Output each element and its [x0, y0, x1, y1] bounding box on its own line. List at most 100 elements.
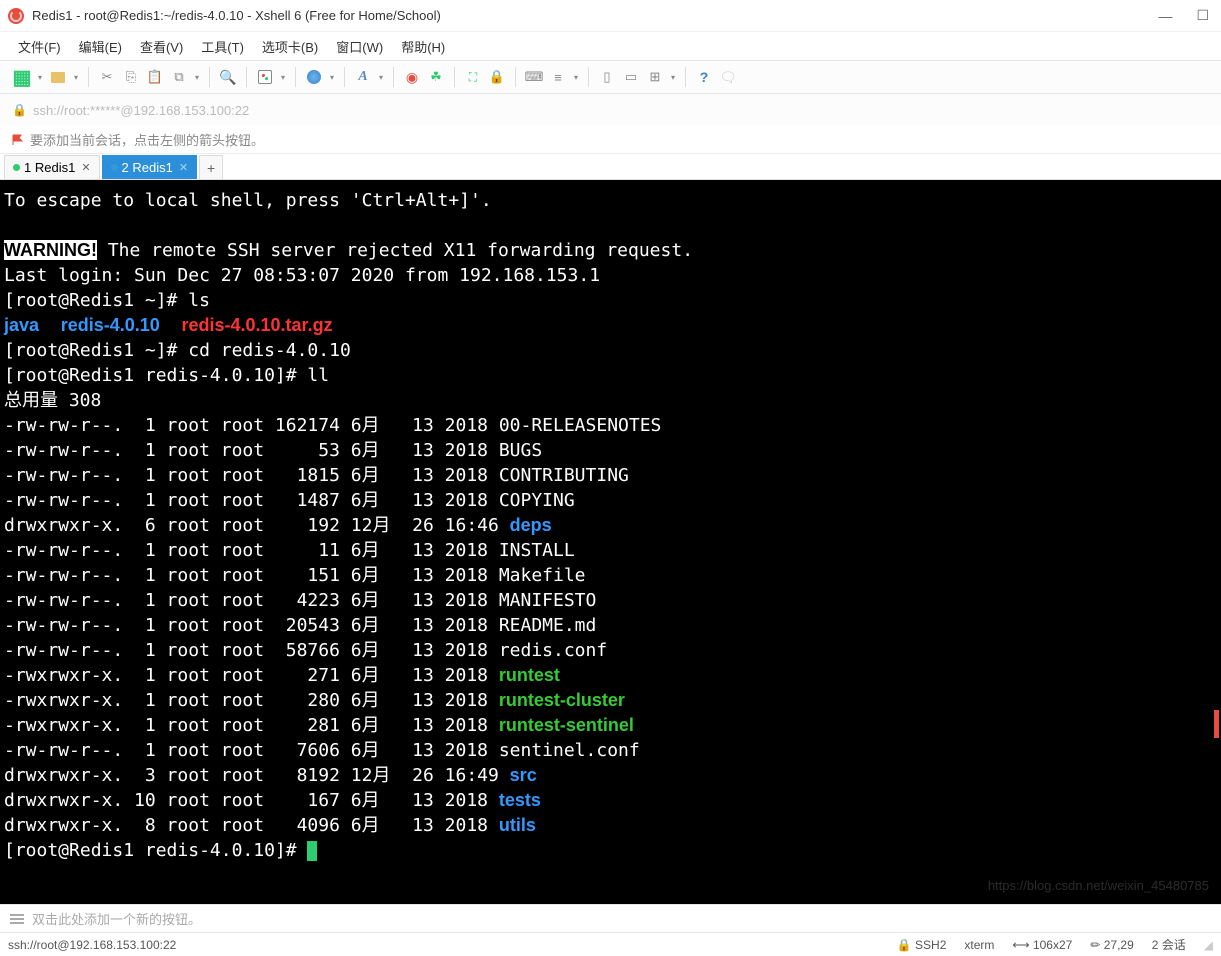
menubar: 文件(F) 编辑(E) 查看(V) 工具(T) 选项卡(B) 窗口(W) 帮助(…	[0, 32, 1221, 60]
status-resize-grip[interactable]: ◢	[1204, 938, 1213, 952]
copy-button[interactable]: ⎘	[121, 67, 141, 87]
lines-button[interactable]: ≡	[548, 67, 568, 87]
status-dot-icon	[111, 164, 118, 171]
status-ssh: 🔒 SSH2	[897, 938, 947, 952]
paste-icon: 📋	[147, 69, 163, 85]
expand-icon: ⛶	[469, 70, 477, 85]
copy-icon: ⎘	[126, 69, 136, 85]
chat-icon: 🗨	[719, 69, 737, 86]
lines-dropdown[interactable]: ▾	[572, 67, 580, 87]
menu-tools[interactable]: 工具(T)	[201, 37, 244, 56]
tab-redis1-1[interactable]: 1 Redis1 ✕	[4, 155, 100, 179]
lock-icon: 🔒	[489, 69, 505, 85]
lines-icon: ≡	[554, 70, 562, 85]
sessionbar-hint: 双击此处添加一个新的按钮。	[32, 909, 201, 928]
divider-icon	[344, 67, 345, 87]
address-text: ssh://root:******@192.168.153.100:22	[33, 103, 249, 118]
open-button[interactable]	[48, 67, 68, 87]
divider-icon	[88, 67, 89, 87]
lock-icon: 🔒	[897, 938, 912, 952]
titlebar: Redis1 - root@Redis1:~/redis-4.0.10 - Xs…	[0, 0, 1221, 32]
hamburger-icon	[10, 914, 24, 924]
new-session-button[interactable]: ▦	[12, 67, 32, 87]
minimize-button[interactable]: —	[1154, 4, 1176, 28]
menu-window[interactable]: 窗口(W)	[336, 37, 383, 56]
tab-label: 2 Redis1	[122, 160, 173, 175]
addressbar[interactable]: 🔒 ssh://root:******@192.168.153.100:22	[0, 94, 1221, 126]
menu-help[interactable]: 帮助(H)	[401, 37, 445, 56]
docs-icon: ⧉	[174, 69, 183, 85]
app-icon	[8, 8, 24, 24]
status-sessions: 2 会话	[1152, 936, 1186, 953]
swirl-icon: ◉	[406, 69, 418, 86]
paste-button[interactable]: 📋	[145, 67, 165, 87]
font-dropdown[interactable]: ▾	[377, 67, 385, 87]
status-dot-icon	[13, 164, 20, 171]
encoding-button[interactable]	[304, 67, 324, 87]
tile1-button[interactable]: ▯	[597, 67, 617, 87]
xftp-button[interactable]: ☘	[426, 67, 446, 87]
lock-button[interactable]: 🔒	[487, 67, 507, 87]
docs-button[interactable]: ⧉	[169, 67, 189, 87]
xshell-button[interactable]: ◉	[402, 67, 422, 87]
keyboard-icon: ⌨	[525, 69, 544, 85]
tile-h-icon: ▯	[603, 69, 610, 85]
divider-icon	[588, 67, 589, 87]
plus-icon: ▦	[13, 65, 32, 90]
tabstrip: 1 Redis1 ✕ 2 Redis1 ✕ +	[0, 154, 1221, 180]
color-dropdown[interactable]: ▾	[279, 67, 287, 87]
tile-grid-icon: ⊞	[650, 69, 661, 85]
divider-icon	[454, 67, 455, 87]
font-icon: A	[358, 69, 367, 85]
open-dropdown[interactable]: ▾	[72, 67, 80, 87]
info-text: 要添加当前会话，点击左侧的箭头按钮。	[30, 130, 264, 149]
statusbar: ssh://root@192.168.153.100:22 🔒 SSH2 xte…	[0, 932, 1221, 956]
watermark: https://blog.csdn.net/weixin_45480785	[988, 873, 1209, 898]
tab-redis1-2[interactable]: 2 Redis1 ✕	[102, 155, 198, 179]
toolbar: ▦ ▾ ▾ ✂ ⎘ 📋 ⧉ ▾ 🔍 ▾ ▾ A ▾ ◉ ☘ ⛶ 🔒 ⌨ ≡ ▾ …	[0, 60, 1221, 94]
status-size: ⟷ 106x27	[1012, 938, 1072, 952]
color-scheme-icon	[258, 70, 272, 84]
menu-edit[interactable]: 编辑(E)	[79, 37, 122, 56]
maximize-button[interactable]: ☐	[1192, 3, 1213, 28]
cut-button[interactable]: ✂	[97, 67, 117, 87]
tile3-button[interactable]: ⊞	[645, 67, 665, 87]
tab-close-button[interactable]: ✕	[179, 161, 188, 174]
tile-dropdown[interactable]: ▾	[669, 67, 677, 87]
tile-v-icon: ▭	[625, 69, 637, 85]
divider-icon	[685, 67, 686, 87]
tab-label: 1 Redis1	[24, 160, 75, 175]
divider-icon	[295, 67, 296, 87]
help-icon: ?	[700, 69, 709, 85]
menu-file[interactable]: 文件(F)	[18, 37, 61, 56]
add-tab-button[interactable]: +	[199, 155, 223, 179]
status-cursor: ✏ 27,29	[1090, 938, 1133, 952]
window-title: Redis1 - root@Redis1:~/redis-4.0.10 - Xs…	[32, 8, 1154, 23]
menu-tabs[interactable]: 选项卡(B)	[262, 37, 318, 56]
new-session-dropdown[interactable]: ▾	[36, 67, 44, 87]
sessionbar[interactable]: 双击此处添加一个新的按钮。	[0, 904, 1221, 932]
docs-dropdown[interactable]: ▾	[193, 67, 201, 87]
keyboard-button[interactable]: ⌨	[524, 67, 544, 87]
status-term: xterm	[964, 938, 994, 952]
flag-icon	[12, 134, 24, 146]
divider-icon	[209, 67, 210, 87]
tab-close-button[interactable]: ✕	[81, 161, 90, 174]
infobar: 要添加当前会话，点击左侧的箭头按钮。	[0, 126, 1221, 154]
search-icon: 🔍	[219, 69, 236, 86]
menu-view[interactable]: 查看(V)	[140, 37, 183, 56]
divider-icon	[393, 67, 394, 87]
color-button[interactable]	[255, 67, 275, 87]
lock-icon: 🔒	[12, 103, 27, 117]
encoding-dropdown[interactable]: ▾	[328, 67, 336, 87]
search-button[interactable]: 🔍	[218, 67, 238, 87]
divider-icon	[515, 67, 516, 87]
tile2-button[interactable]: ▭	[621, 67, 641, 87]
chat-button[interactable]: 🗨	[718, 67, 738, 87]
scissors-icon: ✂	[102, 69, 113, 85]
help-button[interactable]: ?	[694, 67, 714, 87]
terminal[interactable]: To escape to local shell, press 'Ctrl+Al…	[0, 180, 1221, 904]
divider-icon	[246, 67, 247, 87]
fullscreen-button[interactable]: ⛶	[463, 67, 483, 87]
font-button[interactable]: A	[353, 67, 373, 87]
